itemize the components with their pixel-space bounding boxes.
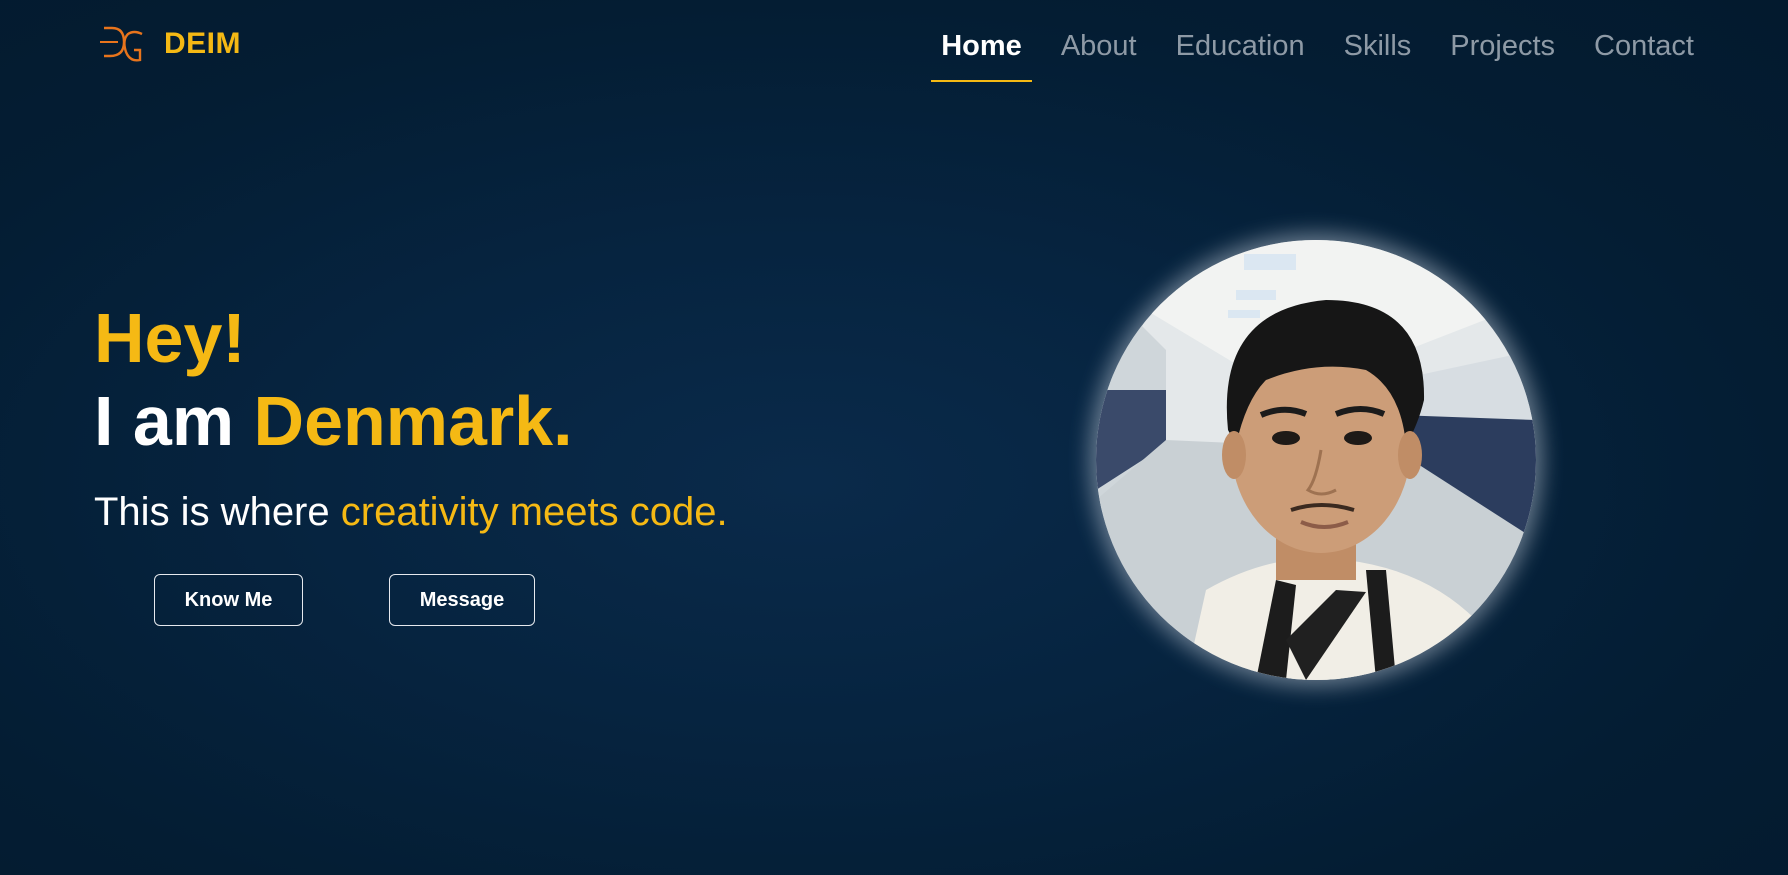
hero-name: Denmark. [253, 382, 573, 460]
hero-name-prefix: I am [94, 382, 254, 460]
profile-photo [1096, 240, 1536, 680]
nav-education[interactable]: Education [1166, 18, 1315, 82]
hero-tagline-accent: creativity meets code. [340, 490, 728, 534]
hero-actions: Know Me Message [154, 574, 535, 626]
brand[interactable]: DEIM [98, 22, 241, 66]
nav-home[interactable]: Home [931, 18, 1032, 82]
dg-monogram-icon [100, 26, 143, 62]
hero-name-line: I am Denmark. [94, 380, 854, 462]
nav-projects[interactable]: Projects [1440, 18, 1565, 82]
nav-menu: Home About Education Skills Projects Con… [912, 18, 1704, 82]
profile-photo-icon [1096, 240, 1536, 680]
hero-tagline: This is where creativity meets code. [94, 486, 854, 538]
know-me-button[interactable]: Know Me [154, 574, 303, 626]
message-button[interactable]: Message [389, 574, 535, 626]
nav-contact[interactable]: Contact [1584, 18, 1704, 82]
nav-about[interactable]: About [1051, 18, 1147, 82]
brand-name: DEIM [164, 27, 241, 60]
navbar: DEIM Home About Education Skills Project… [0, 0, 1788, 82]
hero-tagline-prefix: This is where [94, 490, 341, 534]
nav-skills[interactable]: Skills [1334, 18, 1422, 82]
hero-text: Hey! I am Denmark. This is where creativ… [94, 296, 854, 538]
hero-greeting: Hey! [94, 299, 246, 377]
